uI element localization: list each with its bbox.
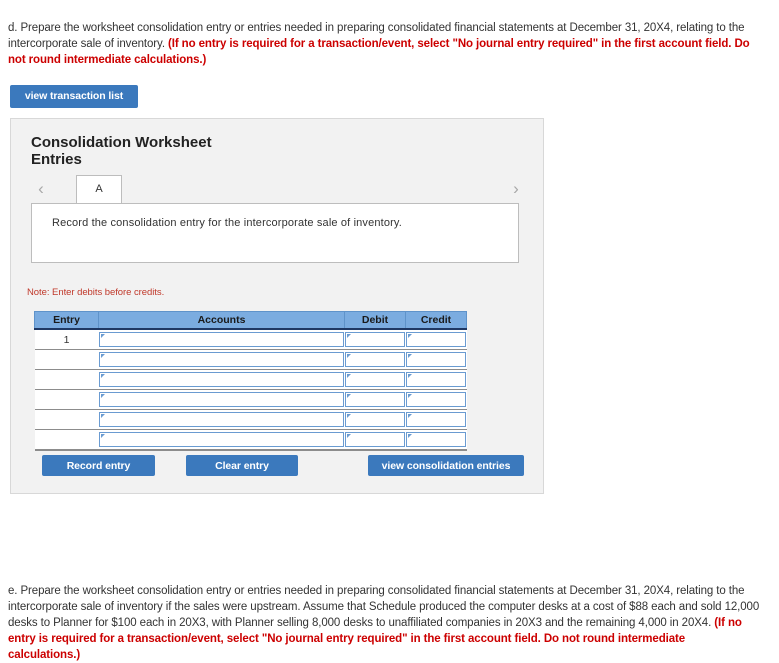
entry-number: [34, 389, 99, 410]
account-cell[interactable]: [98, 329, 345, 350]
entry-number: [34, 369, 99, 390]
credit-input-2[interactable]: [405, 351, 466, 367]
account-cell[interactable]: [98, 349, 345, 370]
question-e-normal: e. Prepare the worksheet consolidation e…: [8, 584, 760, 629]
credit-cell[interactable]: [405, 389, 467, 410]
table-row: [34, 429, 467, 451]
debit-cell[interactable]: [344, 409, 406, 430]
journal-entry-table: Entry Accounts Debit Credit 1: [34, 311, 467, 451]
account-select-6[interactable]: [98, 431, 344, 447]
account-cell[interactable]: [98, 409, 345, 430]
account-select-4[interactable]: [98, 391, 344, 407]
entry-number: [34, 409, 99, 430]
account-select-5[interactable]: [98, 411, 344, 427]
entry-number: [34, 429, 99, 451]
instruction-box: Record the consolidation entry for the i…: [31, 203, 519, 263]
column-header-credit: Credit: [405, 311, 467, 330]
credit-cell[interactable]: [405, 369, 467, 390]
credit-input-5[interactable]: [405, 411, 466, 427]
instruction-text: Record the consolidation entry for the i…: [52, 217, 402, 229]
view-consolidation-entries-button[interactable]: view consolidation entries: [368, 455, 524, 476]
account-select-3[interactable]: [98, 371, 344, 387]
credit-cell[interactable]: [405, 409, 467, 430]
credit-input-4[interactable]: [405, 391, 466, 407]
clear-entry-button[interactable]: Clear entry: [186, 455, 298, 476]
table-row: [34, 389, 467, 410]
credit-cell[interactable]: [405, 429, 467, 451]
debit-input-1[interactable]: [344, 331, 405, 347]
account-cell[interactable]: [98, 389, 345, 410]
account-cell[interactable]: [98, 369, 345, 390]
account-select-2[interactable]: [98, 351, 344, 367]
debit-input-2[interactable]: [344, 351, 405, 367]
debit-cell[interactable]: [344, 429, 406, 451]
tab-a[interactable]: A: [76, 175, 122, 203]
debit-input-4[interactable]: [344, 391, 405, 407]
credit-input-1[interactable]: [405, 331, 466, 347]
debit-cell[interactable]: [344, 329, 406, 350]
credit-cell[interactable]: [405, 329, 467, 350]
credit-input-3[interactable]: [405, 371, 466, 387]
table-row: [34, 369, 467, 390]
tab-strip: ‹ A ›: [31, 175, 526, 203]
entry-number: [34, 349, 99, 370]
chevron-left-icon[interactable]: ‹: [31, 175, 51, 203]
credit-input-6[interactable]: [405, 431, 466, 447]
debit-cell[interactable]: [344, 389, 406, 410]
question-e-text: e. Prepare the worksheet consolidation e…: [8, 583, 760, 663]
account-cell[interactable]: [98, 429, 345, 451]
table-header-row: Entry Accounts Debit Credit: [34, 311, 467, 330]
debit-input-6[interactable]: [344, 431, 405, 447]
table-row: [34, 349, 467, 370]
table-row: 1: [34, 329, 467, 350]
account-select-1[interactable]: [98, 331, 344, 347]
debit-cell[interactable]: [344, 369, 406, 390]
consolidation-worksheet-panel: Consolidation Worksheet Entries ‹ A › Re…: [10, 118, 544, 494]
table-row: [34, 409, 467, 430]
question-d-text: d. Prepare the worksheet consolidation e…: [8, 20, 760, 68]
view-transaction-list-button[interactable]: view transaction list: [10, 85, 138, 108]
debits-before-credits-note: Note: Enter debits before credits.: [27, 287, 165, 298]
column-header-entry: Entry: [34, 311, 99, 330]
record-entry-button[interactable]: Record entry: [42, 455, 155, 476]
column-header-debit: Debit: [344, 311, 406, 330]
debit-input-3[interactable]: [344, 371, 405, 387]
credit-cell[interactable]: [405, 349, 467, 370]
entry-number: 1: [34, 329, 99, 350]
debit-input-5[interactable]: [344, 411, 405, 427]
chevron-right-icon[interactable]: ›: [506, 175, 526, 203]
column-header-accounts: Accounts: [98, 311, 345, 330]
debit-cell[interactable]: [344, 349, 406, 370]
panel-title: Consolidation Worksheet Entries: [31, 134, 212, 168]
